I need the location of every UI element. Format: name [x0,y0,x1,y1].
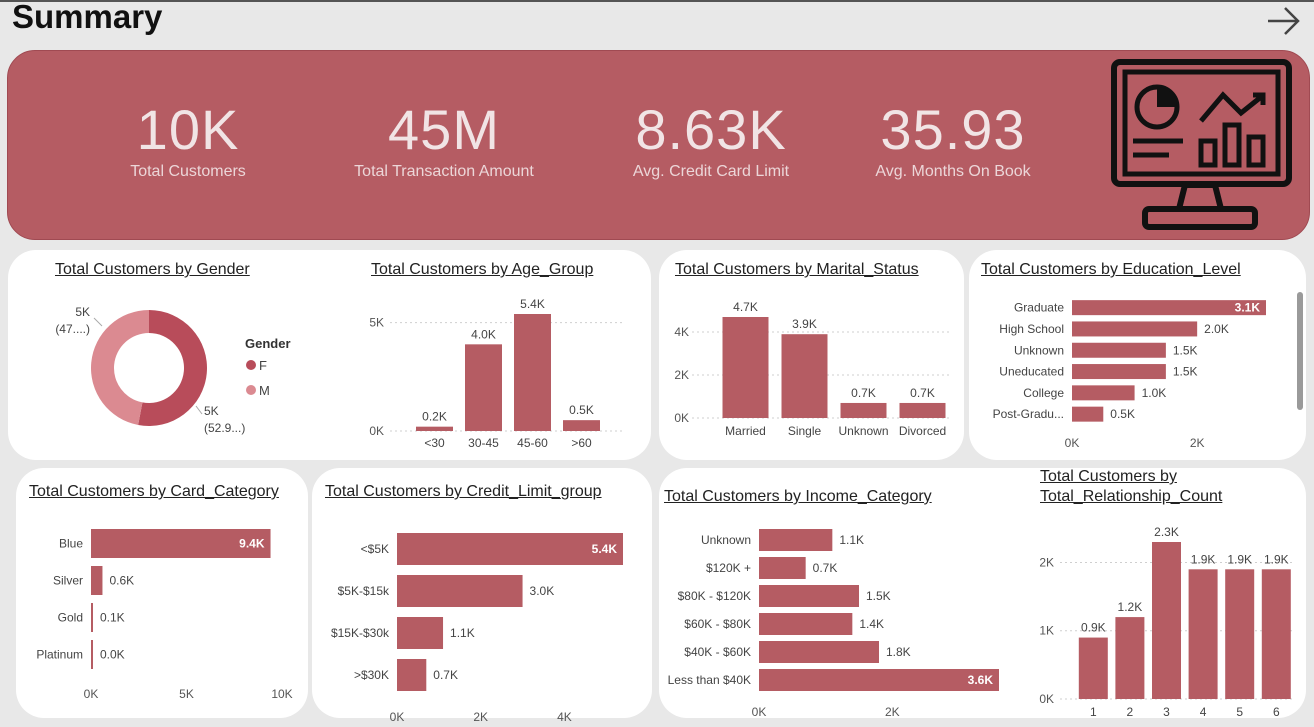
kpi-value: 8.63K [635,98,787,161]
kpi-total-transaction-amount: 45M Total Transaction Amount [324,99,564,181]
kpi-value: 35.93 [880,98,1026,161]
card-gender-age [8,250,651,460]
kpi-banner: 10K Total Customers 45M Total Transactio… [7,50,1310,240]
kpi-label: Avg. Credit Card Limit [632,163,790,180]
kpi-avg-credit-limit: 8.63K Avg. Credit Card Limit [591,99,831,181]
kpi-value: 10K [136,98,240,161]
kpi-label: Avg. Months On Book [875,163,1031,180]
chart-title-education: Total Customers by Education_Level [981,261,1241,278]
chart-title-marital: Total Customers by Marital_Status [675,261,919,278]
chart-title-credit: Total Customers by Credit_Limit_group [325,483,602,500]
card-education [969,250,1306,460]
chart-title-gender: Total Customers by Gender [55,261,250,278]
chart-title-card: Total Customers by Card_Category [29,483,279,500]
chart-title-relationship-line1: Total Customers by [1040,468,1177,485]
kpi-label: Total Transaction Amount [354,163,534,180]
chart-title-relationship-line2: Total_Relationship_Count [1040,488,1223,505]
kpi-avg-months-on-book: 35.93 Avg. Months On Book [833,99,1073,181]
arrow-right-icon[interactable] [1266,6,1302,36]
kpi-label: Total Customers [130,163,246,180]
page-title: Summary [12,0,163,35]
scrollbar[interactable] [1297,292,1303,410]
top-border [0,0,1314,2]
chart-title-income: Total Customers by Income_Category [664,488,932,505]
chart-title-age: Total Customers by Age_Group [371,261,594,278]
card-credit-limit [312,468,652,718]
kpi-total-customers: 10K Total Customers [68,99,308,181]
kpi-value: 45M [388,98,500,161]
card-marital [659,250,964,460]
card-card-category [16,468,308,718]
dashboard-monitor-icon [1111,59,1292,230]
